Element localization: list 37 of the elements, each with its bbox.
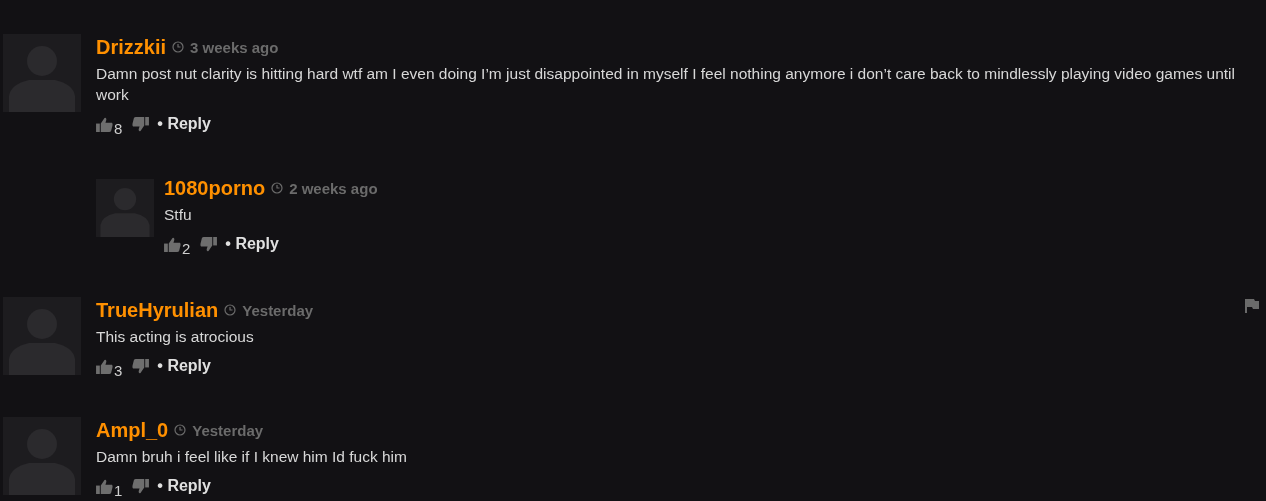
thumbs-up-icon[interactable] [96,116,113,132]
avatar-icon [3,34,81,112]
username[interactable]: Ampl_0 [96,418,169,442]
reply-link[interactable]: • Reply [157,115,211,133]
like-count: 8 [114,119,123,137]
username[interactable]: TrueHyrulian [96,298,219,322]
like-count: 3 [114,361,123,379]
clock-icon [174,424,187,436]
comment-time: Yesterday [192,421,264,439]
thumbs-down-icon[interactable] [132,116,150,132]
comment-text: Damn bruh i feel like if I knew him Id fuck him [96,447,408,467]
clock-icon [271,182,284,194]
comment-text: This acting is atrocious [96,327,255,347]
reply-link[interactable]: • Reply [157,357,211,375]
comment-time: 2 weeks ago [289,179,378,197]
thumbs-up-icon[interactable] [164,236,181,252]
username[interactable]: Drizzkii [96,35,167,59]
reply-link[interactable]: • Reply [157,477,211,495]
flag-icon[interactable] [1245,299,1259,313]
avatar-icon [3,297,81,375]
like-count: 2 [182,239,191,257]
avatar-icon [3,417,81,495]
like-count: 1 [114,481,123,499]
username[interactable]: 1080porno [164,176,266,200]
avatar-icon [96,179,154,237]
comment-time: 3 weeks ago [190,38,279,56]
thumbs-down-icon[interactable] [132,358,150,374]
thumbs-down-icon[interactable] [132,478,150,494]
thumbs-down-icon[interactable] [200,236,218,252]
comment-text: Damn post nut clarity is hitting hard wtf am I even doing I’m just disappointed in myself I feel nothing anymore i don’t care back to mindlessly playing video games until work [96,64,1236,105]
comment-text: Stfu [164,205,193,225]
thumbs-up-icon[interactable] [96,478,113,494]
clock-icon [224,304,237,316]
clock-icon [172,41,185,53]
thumbs-up-icon[interactable] [96,358,113,374]
comment-time: Yesterday [242,301,314,319]
reply-link[interactable]: • Reply [225,235,279,253]
